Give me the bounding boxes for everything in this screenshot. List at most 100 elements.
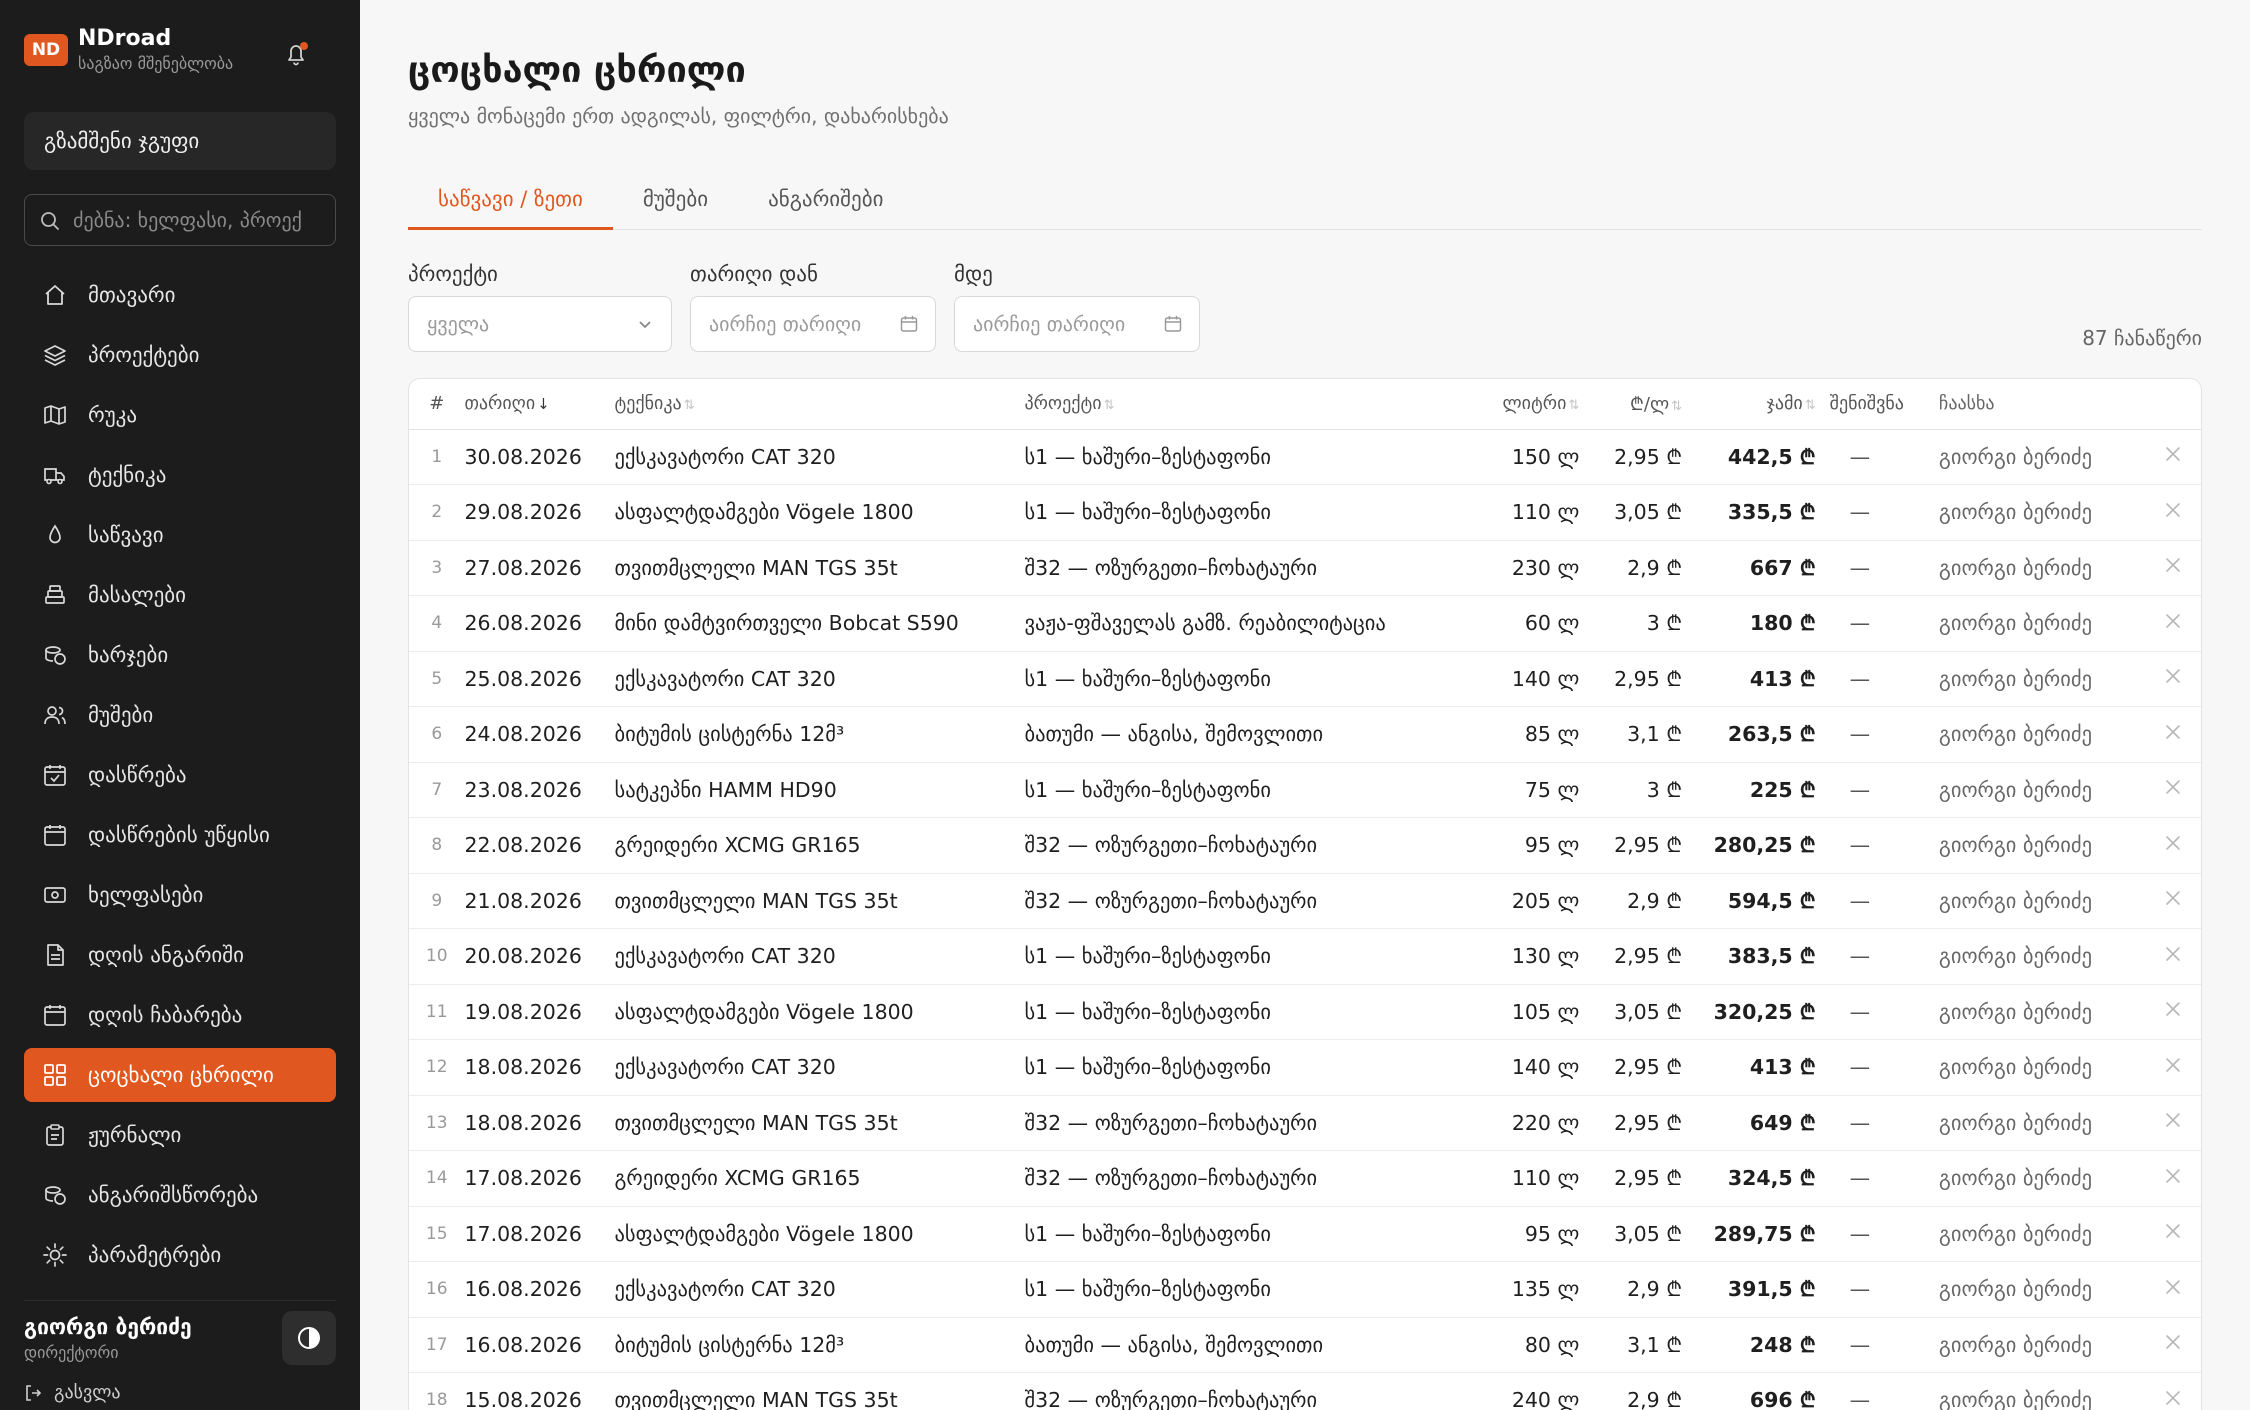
sidebar-item-4[interactable]: საწვავი [24, 508, 336, 562]
brand[interactable]: ND NDroad საგზაო მშენებლობა [24, 26, 344, 78]
col-date[interactable]: თარიღი ↓ [464, 379, 615, 430]
table-row[interactable]: 16 16.08.2026 ექსკავატორი CAT 320 ს1 — ხაშუ… [409, 1261, 2201, 1318]
row-project: ს1 — ხაშური–ზესტაფონი [1024, 928, 1467, 985]
col-project[interactable]: პროექტი ⇅ [1024, 379, 1467, 430]
delete-row-button[interactable] [2144, 1150, 2201, 1207]
row-number: 1 [409, 429, 465, 485]
delete-row-button[interactable] [2144, 762, 2201, 818]
table-row[interactable]: 4 26.08.2026 მინი დამტვირთველი Bobcat S590… [409, 595, 2201, 652]
col-project-label: პროექტი [1024, 393, 1102, 415]
col-liters[interactable]: ლიტრი ⇅ [1466, 379, 1580, 430]
sidebar-item-label: დღის ანგარიში [88, 943, 245, 967]
tab-2[interactable]: ანგარიშები [738, 176, 913, 230]
project-select-value: ყველა [427, 312, 490, 336]
col-price-label: ₾/ლ [1630, 393, 1670, 415]
sidebar-item-13[interactable]: ცოცხალი ცხრილი [24, 1048, 336, 1102]
search-input[interactable] [73, 195, 327, 245]
date-from-input[interactable]: აირჩიე თარიღი [690, 296, 936, 352]
table-row[interactable]: 9 21.08.2026 თვითმცლელი MAN TGS 35t შ32 — ო… [409, 873, 2201, 929]
delete-row-button[interactable] [2144, 817, 2201, 874]
table-row[interactable]: 15 17.08.2026 ასფალტდამგები Vögele 1800 ს1 … [409, 1206, 2201, 1262]
table-row[interactable]: 8 22.08.2026 გრეიდერი XCMG GR165 შ32 — ოზურ… [409, 817, 2201, 874]
sidebar-item-16[interactable]: პარამეტრები [24, 1228, 336, 1282]
sidebar-item-6[interactable]: ხარჯები [24, 628, 336, 682]
group-switcher-button[interactable]: გზამშენი ჯგუფი [24, 112, 336, 170]
date-from-filter: თარიღი დან აირჩიე თარიღი [690, 262, 936, 352]
delete-row-button[interactable] [2144, 484, 2201, 541]
delete-row-button[interactable] [2144, 928, 2201, 985]
row-number: 6 [409, 706, 465, 763]
table-row[interactable]: 13 18.08.2026 თვითმცლელი MAN TGS 35t შ32 — … [409, 1095, 2201, 1151]
logout-label: გასვლა [54, 1382, 121, 1403]
table-row[interactable]: 1 30.08.2026 ექსკავატორი CAT 320 ს1 — ხაშურ… [409, 429, 2201, 485]
col-price[interactable]: ₾/ლ ⇅ [1579, 379, 1683, 430]
row-note: — [1815, 540, 1939, 596]
table-row[interactable]: 3 27.08.2026 თვითმცლელი MAN TGS 35t შ32 — ო… [409, 540, 2201, 596]
row-project: შ32 — ოზურგეთი–ჩოხატაური [1024, 1150, 1467, 1207]
sidebar-item-1[interactable]: პროექტები [24, 328, 336, 382]
row-liters: 95 ლ [1466, 817, 1580, 874]
sidebar-item-0[interactable]: მთავარი [24, 268, 336, 322]
table-row[interactable]: 11 19.08.2026 ასფალტდამგები Vögele 1800 ს1 … [409, 984, 2201, 1040]
delete-row-button[interactable] [2144, 1095, 2201, 1151]
table-row[interactable]: 6 24.08.2026 ბიტუმის ცისტერნა 12მ³ ბათუმი —… [409, 706, 2201, 763]
row-equipment: ექსკავატორი CAT 320 [614, 928, 1025, 985]
sidebar-item-12[interactable]: დღის ჩაბარება [24, 988, 336, 1042]
delete-row-button[interactable] [2144, 1372, 2201, 1410]
delete-row-button[interactable] [2144, 1206, 2201, 1262]
delete-row-button[interactable] [2144, 1317, 2201, 1373]
sidebar-item-2[interactable]: რუკა [24, 388, 336, 442]
sidebar-item-14[interactable]: ჟურნალი [24, 1108, 336, 1162]
delete-row-button[interactable] [2144, 651, 2201, 707]
delete-row-button[interactable] [2144, 706, 2201, 763]
delete-row-button[interactable] [2144, 1039, 2201, 1096]
delete-row-button[interactable] [2144, 873, 2201, 929]
sidebar-item-15[interactable]: ანგარიშსწორება [24, 1168, 336, 1222]
logout-button[interactable]: გასვლა [24, 1382, 121, 1403]
col-total[interactable]: ჯამი ⇅ [1682, 379, 1816, 430]
delete-row-button[interactable] [2144, 540, 2201, 596]
sidebar-item-label: ჟურნალი [88, 1123, 182, 1147]
sort-icon: ⇅ [1671, 398, 1683, 414]
row-number: 7 [409, 762, 465, 818]
tab-0[interactable]: საწვავი / ზეთი [408, 176, 613, 230]
table-row[interactable]: 5 25.08.2026 ექსკავატორი CAT 320 ს1 — ხაშურ… [409, 651, 2201, 707]
table-row[interactable]: 17 16.08.2026 ბიტუმის ცისტერნა 12მ³ ბათუმი … [409, 1317, 2201, 1373]
sidebar-item-7[interactable]: მუშები [24, 688, 336, 742]
delete-row-button[interactable] [2144, 595, 2201, 652]
sidebar-item-5[interactable]: მასალები [24, 568, 336, 622]
theme-toggle-button[interactable] [282, 1311, 336, 1365]
table-row[interactable]: 10 20.08.2026 ექსკავატორი CAT 320 ს1 — ხაშუ… [409, 928, 2201, 985]
row-liters: 75 ლ [1466, 762, 1580, 818]
table-row[interactable]: 7 23.08.2026 სატკეპნი HAMM HD90 ს1 — ხაშური… [409, 762, 2201, 818]
table-row[interactable]: 2 29.08.2026 ასფალტდამგები Vögele 1800 ს1 —… [409, 484, 2201, 541]
project-select[interactable]: ყველა [408, 296, 672, 352]
row-equipment: თვითმცლელი MAN TGS 35t [614, 1095, 1025, 1151]
delete-row-button[interactable] [2144, 984, 2201, 1040]
sidebar-item-10[interactable]: ხელფასები [24, 868, 336, 922]
row-filled-by: გიორგი ბერიძე [1938, 651, 2145, 707]
row-note: — [1815, 706, 1939, 763]
col-liters-label: ლიტრი [1502, 393, 1567, 415]
date-to-input[interactable]: აირჩიე თარიღი [954, 296, 1200, 352]
bell-icon[interactable] [278, 36, 314, 72]
col-date-label: თარიღი [464, 393, 536, 415]
sidebar-item-8[interactable]: დასწრება [24, 748, 336, 802]
row-price: 3,05 ₾ [1579, 984, 1683, 1040]
tab-1[interactable]: მუშები [613, 176, 738, 230]
table-row[interactable]: 18 15.08.2026 თვითმცლელი MAN TGS 35t შ32 — … [409, 1372, 2201, 1410]
sidebar-item-11[interactable]: დღის ანგარიში [24, 928, 336, 982]
delete-row-button[interactable] [2144, 429, 2201, 485]
table-row[interactable]: 14 17.08.2026 გრეიდერი XCMG GR165 შ32 — ოზუ… [409, 1150, 2201, 1207]
close-icon [2165, 669, 2180, 684]
row-liters: 60 ლ [1466, 595, 1580, 652]
sidebar-item-9[interactable]: დასწრების უწყისი [24, 808, 336, 862]
row-total: 594,5 ₾ [1682, 873, 1816, 929]
col-equipment[interactable]: ტექნიკა ⇅ [614, 379, 1025, 430]
delete-row-button[interactable] [2144, 1261, 2201, 1318]
table-row[interactable]: 12 18.08.2026 ექსკავატორი CAT 320 ს1 — ხაშუ… [409, 1039, 2201, 1096]
row-total: 391,5 ₾ [1682, 1261, 1816, 1318]
sidebar-item-3[interactable]: ტექნიკა [24, 448, 336, 502]
row-filled-by: გიორგი ბერიძე [1938, 1039, 2145, 1096]
row-project: ს1 — ხაშური–ზესტაფონი [1024, 984, 1467, 1040]
